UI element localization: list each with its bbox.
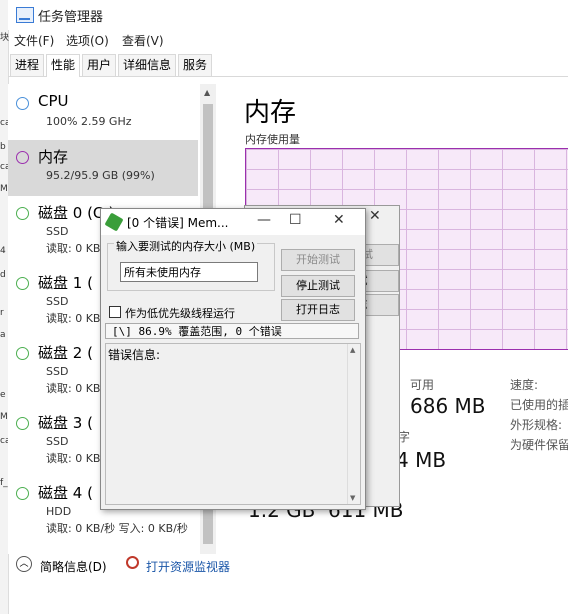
tab-details[interactable]: 详细信息 [118,54,177,76]
perf-item-memory[interactable]: 内存 95.2/95.9 GB (99%) [8,140,198,196]
memory-size-group: 输入要测试的内存大小 (MB) 所有未使用内存 [107,238,275,291]
hw-reserved-label: 为硬件保留 [510,438,568,452]
memory-value-mid: 4 MB [396,448,447,472]
perf-item-detail: SSD [46,435,69,448]
tab-users[interactable]: 用户 [82,54,117,76]
strip-text: 4 [0,246,6,256]
scroll-up-icon[interactable]: ▲ [350,346,355,354]
strip-text: a [0,330,6,340]
tab-services[interactable]: 服务 [178,54,213,76]
disk-indicator-icon [16,347,29,360]
perf-item-name: 磁盘 2 ( [38,344,93,362]
error-info-box: 错误信息: ▲ ▼ [105,343,361,505]
maximize-icon[interactable]: ☐ [289,212,302,228]
perf-item-name: 磁盘 3 ( [38,414,93,432]
strip-text: f_ [0,478,8,488]
error-info-scrollbar[interactable]: ▲ ▼ [347,344,360,504]
title-bar: 任务管理器 [8,0,568,30]
start-test-button[interactable]: 开始测试 [281,249,355,271]
tab-bar: 进程 性能 用户 详细信息 服务 [8,52,568,77]
disk-indicator-icon [16,277,29,290]
disk-indicator-icon [16,417,29,430]
collapse-chevron-icon[interactable]: ︿ [16,556,32,572]
scroll-up-icon[interactable]: ▲ [204,88,210,97]
available-label: 可用 [410,378,435,392]
perf-item-detail: SSD [46,225,69,238]
perf-item-detail: 100% 2.59 GHz [46,115,132,128]
cpu-indicator-icon [16,97,29,110]
low-priority-checkbox[interactable]: 作为低优先级线程运行 [109,305,235,321]
menu-options[interactable]: 选项(O) [66,32,109,49]
tab-processes[interactable]: 进程 [10,54,45,76]
memtest-window: [0 个错误] Mem... — ☐ ✕ 输入要测试的内存大小 (MB) 所有未… [100,208,366,510]
window-title: 任务管理器 [38,10,104,25]
stop-test-button[interactable]: 停止测试 [281,275,355,297]
strip-text: b [0,142,6,152]
bottom-bar: ︿ 简略信息(D) 打开资源监视器 [8,552,568,582]
fewer-details-link[interactable]: 简略信息(D) [40,558,107,575]
error-info-label: 错误信息: [108,348,161,362]
open-log-button[interactable]: 打开日志 [281,299,355,321]
strip-text: e [0,390,6,400]
strip-text: d [0,270,6,280]
close-icon[interactable]: ✕ [333,212,345,228]
tab-performance[interactable]: 性能 [46,54,81,77]
memory-usage-label: 内存使用量 [245,133,300,146]
open-resource-monitor-link[interactable]: 打开资源监视器 [146,558,230,575]
memory-indicator-icon [16,151,29,164]
slots-used-label: 已使用的插 [510,398,568,412]
task-manager-icon [16,7,34,23]
disk-indicator-icon [16,487,29,500]
form-factor-label: 外形规格: [510,418,563,432]
strip-text: r [0,308,4,318]
strip-text: M [0,184,8,194]
perf-item-detail: SSD [46,365,69,378]
memory-title: 内存 [244,98,297,128]
test-status: [\] 86.9% 覆盖范围, 0 个错误 [105,323,359,339]
perf-item-name: CPU [38,92,69,110]
low-priority-label: 作为低优先级线程运行 [125,307,235,320]
checkbox-box[interactable] [109,306,121,318]
strip-text: M [0,412,8,422]
resource-monitor-icon [126,556,139,569]
perf-item-detail: SSD [46,295,69,308]
perf-item-name: 磁盘 4 ( [38,484,93,502]
speed-label: 速度: [510,378,539,392]
perf-item-name: 内存 [38,148,69,166]
close-icon[interactable]: ✕ [369,208,381,224]
menu-file[interactable]: 文件(F) [14,32,54,49]
memory-size-input[interactable]: 所有未使用内存 [120,262,258,282]
memtest-title: [0 个错误] Mem... [127,216,229,230]
perf-item-cpu[interactable]: CPU 100% 2.59 GHz [8,86,198,142]
disk-indicator-icon [16,207,29,220]
perf-item-detail: HDD [46,505,72,518]
minimize-icon[interactable]: — [257,212,271,228]
memtest-title-bar: [0 个错误] Mem... — ☐ ✕ [101,209,365,235]
available-value: 686 MB [410,394,486,418]
scroll-down-icon[interactable]: ▼ [350,494,355,502]
perf-item-rate: 读取: 0 KB/秒 写入: 0 KB/秒 [46,522,188,535]
perf-item-name: 磁盘 1 ( [38,274,93,292]
memtest-app-icon [104,212,124,232]
perf-item-detail: 95.2/95.9 GB (99%) [46,169,155,182]
menu-view[interactable]: 查看(V) [122,32,164,49]
menu-bar: 文件(F) 选项(O) 查看(V) [8,30,568,50]
memory-size-label: 输入要测试的内存大小 (MB) [114,238,258,254]
